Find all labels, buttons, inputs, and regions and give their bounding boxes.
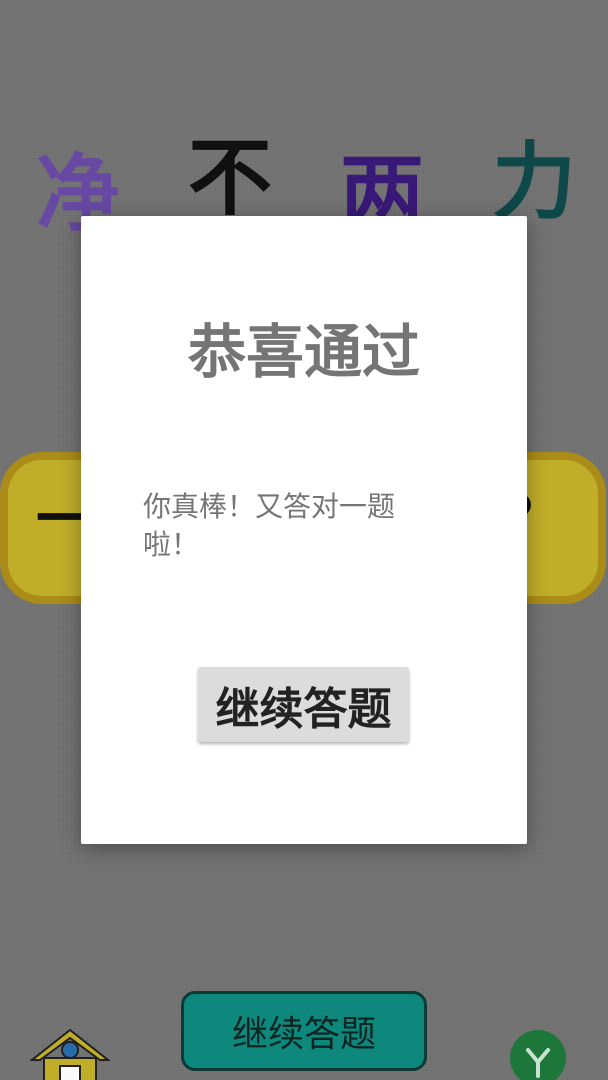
app-screen: 净 不 两 力 一 ? 继续答题 恭喜通过 你真棒！又答对一题啦！ 继续答题: [0, 0, 608, 1080]
dialog-message: 你真棒！又答对一题啦！: [143, 490, 396, 561]
dialog-title: 恭喜通过: [187, 318, 420, 386]
continue-button[interactable]: 继续答题: [198, 667, 409, 742]
